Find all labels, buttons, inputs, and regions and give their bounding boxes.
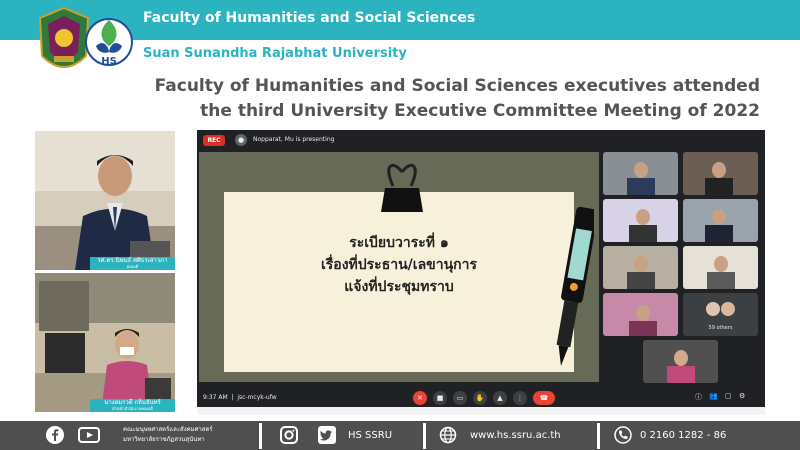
rec-badge: REC — [203, 135, 225, 146]
camera-icon[interactable]: ■ — [433, 391, 447, 405]
self-view-video — [643, 340, 718, 383]
office-head-photo: นางอมรวดี กลิ่นจันทร์ หัวหน้าสำนักงานคณบ… — [35, 273, 175, 412]
meeting-time: 9:37 AM | jsc-mcyk-ufw — [203, 394, 277, 401]
participant-video — [603, 293, 678, 336]
mic-off-icon[interactable]: ✕ — [413, 391, 427, 405]
os-taskbar — [197, 407, 765, 415]
dean-caption: รศ.ดร.นิพนธ์ ศศิธรเสาวภา คณบดี — [90, 257, 175, 270]
presenting-avatar-icon: ● — [235, 134, 247, 146]
participant-tile[interactable] — [603, 199, 678, 242]
dean-caption-name: รศ.ดร.นิพนธ์ ศศิธรเสาวภา — [97, 257, 168, 264]
participant-tile[interactable] — [683, 199, 758, 242]
activities-icon[interactable]: ⚙ — [739, 392, 745, 400]
office-head-caption-role: หัวหน้าสำนักงานคณบดี — [112, 406, 153, 411]
phone-icon — [614, 426, 632, 444]
captions-icon[interactable]: ▭ — [453, 391, 467, 405]
footer-thai-line-1: คณะมนุษยศาสตร์และสังคมศาสตร์ — [123, 426, 213, 433]
participant-video — [603, 199, 678, 242]
faculty-logo: HS — [85, 18, 133, 67]
participant-tile[interactable] — [683, 246, 758, 289]
university-name: Suan Sunandha Rajabhat University — [143, 46, 407, 61]
participant-tile[interactable] — [683, 152, 758, 195]
others-label: 59 others — [708, 325, 733, 331]
participant-video — [683, 199, 758, 242]
meeting-code: jsc-mcyk-ufw — [237, 394, 277, 401]
slide-line-3: แจ้งที่ประชุมทราบ — [344, 279, 454, 295]
meeting-window: REC ● Nopparat, Mu is presenting ระเบียบ… — [197, 130, 765, 415]
facebook-icon[interactable] — [46, 426, 64, 444]
binder-clip-icon — [381, 163, 423, 212]
footer-thai-name: คณะมนุษยศาสตร์และสังคมศาสตร์ มหาวิทยาลัย… — [123, 425, 213, 445]
headline-line-1: Faculty of Humanities and Social Science… — [154, 76, 760, 96]
slide-text: ระเบียบวาระที่ ๑ เรื่องที่ประธาน/เลขานุก… — [254, 232, 544, 298]
footer-thai-line-2: มหาวิทยาลัยราชภัฏสวนสุนันทา — [123, 436, 205, 443]
faculty-logo-text: HS — [101, 56, 117, 67]
slide-line-2: เรื่องที่ประธาน/เลขานุการ — [320, 257, 478, 273]
participant-video — [683, 152, 758, 195]
dean-caption-role: คณบดี — [126, 264, 139, 269]
dean-photo-image — [35, 131, 175, 270]
website-link[interactable]: www.hs.ssru.ac.th — [470, 430, 561, 441]
raise-hand-icon[interactable]: ✋ — [473, 391, 487, 405]
faculty-name: Faculty of Humanities and Social Science… — [143, 10, 476, 26]
phone-number: 0 2160 1282 - 86 — [640, 430, 727, 441]
footer-divider — [597, 423, 600, 449]
dean-photo: รศ.ดร.นิพนธ์ ศศิธรเสาวภา คณบดี — [35, 131, 175, 270]
participant-tiles: 59 others — [603, 152, 763, 383]
instagram-icon[interactable] — [280, 426, 298, 444]
headline: Faculty of Humanities and Social Science… — [60, 74, 760, 124]
participant-tile[interactable] — [603, 293, 678, 336]
present-icon[interactable]: ▲ — [493, 391, 507, 405]
marker-pen-icon — [556, 207, 594, 366]
footer-divider — [423, 423, 426, 449]
end-call-button[interactable]: ☎ — [533, 391, 555, 405]
youtube-icon[interactable] — [78, 426, 100, 444]
social-handle[interactable]: HS SSRU — [348, 430, 392, 441]
meeting-top-strip: REC ● Nopparat, Mu is presenting — [197, 130, 765, 150]
footer-divider — [259, 423, 262, 449]
slide-line-1: ระเบียบวาระที่ ๑ — [349, 235, 449, 251]
footer: คณะมนุษยศาสตร์และสังคมศาสตร์ มหาวิทยาลัย… — [0, 421, 800, 450]
shared-slide: ระเบียบวาระที่ ๑ เรื่องที่ประธาน/เลขานุก… — [199, 152, 599, 382]
headline-line-2: the third University Executive Committee… — [200, 101, 760, 121]
participant-video — [683, 246, 758, 289]
participant-video — [603, 246, 678, 289]
participant-video — [603, 152, 678, 195]
info-icon[interactable]: ⓘ — [695, 392, 702, 402]
more-options-icon[interactable]: ⋮ — [513, 391, 527, 405]
presenting-text: Nopparat, Mu is presenting — [253, 136, 335, 143]
participant-tile[interactable] — [603, 152, 678, 195]
self-view-tile[interactable] — [643, 340, 718, 383]
twitter-icon[interactable] — [318, 426, 336, 444]
office-head-photo-image — [35, 273, 175, 412]
chat-icon[interactable]: ▢ — [725, 392, 732, 400]
others-tile[interactable]: 59 others — [683, 293, 758, 336]
globe-icon — [439, 426, 457, 444]
people-icon[interactable]: 👥 — [709, 392, 718, 400]
office-head-caption: นางอมรวดี กลิ่นจันทร์ หัวหน้าสำนักงานคณบ… — [90, 399, 175, 412]
office-head-caption-name: นางอมรวดี กลิ่นจันทร์ — [104, 399, 161, 406]
participant-tile[interactable] — [603, 246, 678, 289]
